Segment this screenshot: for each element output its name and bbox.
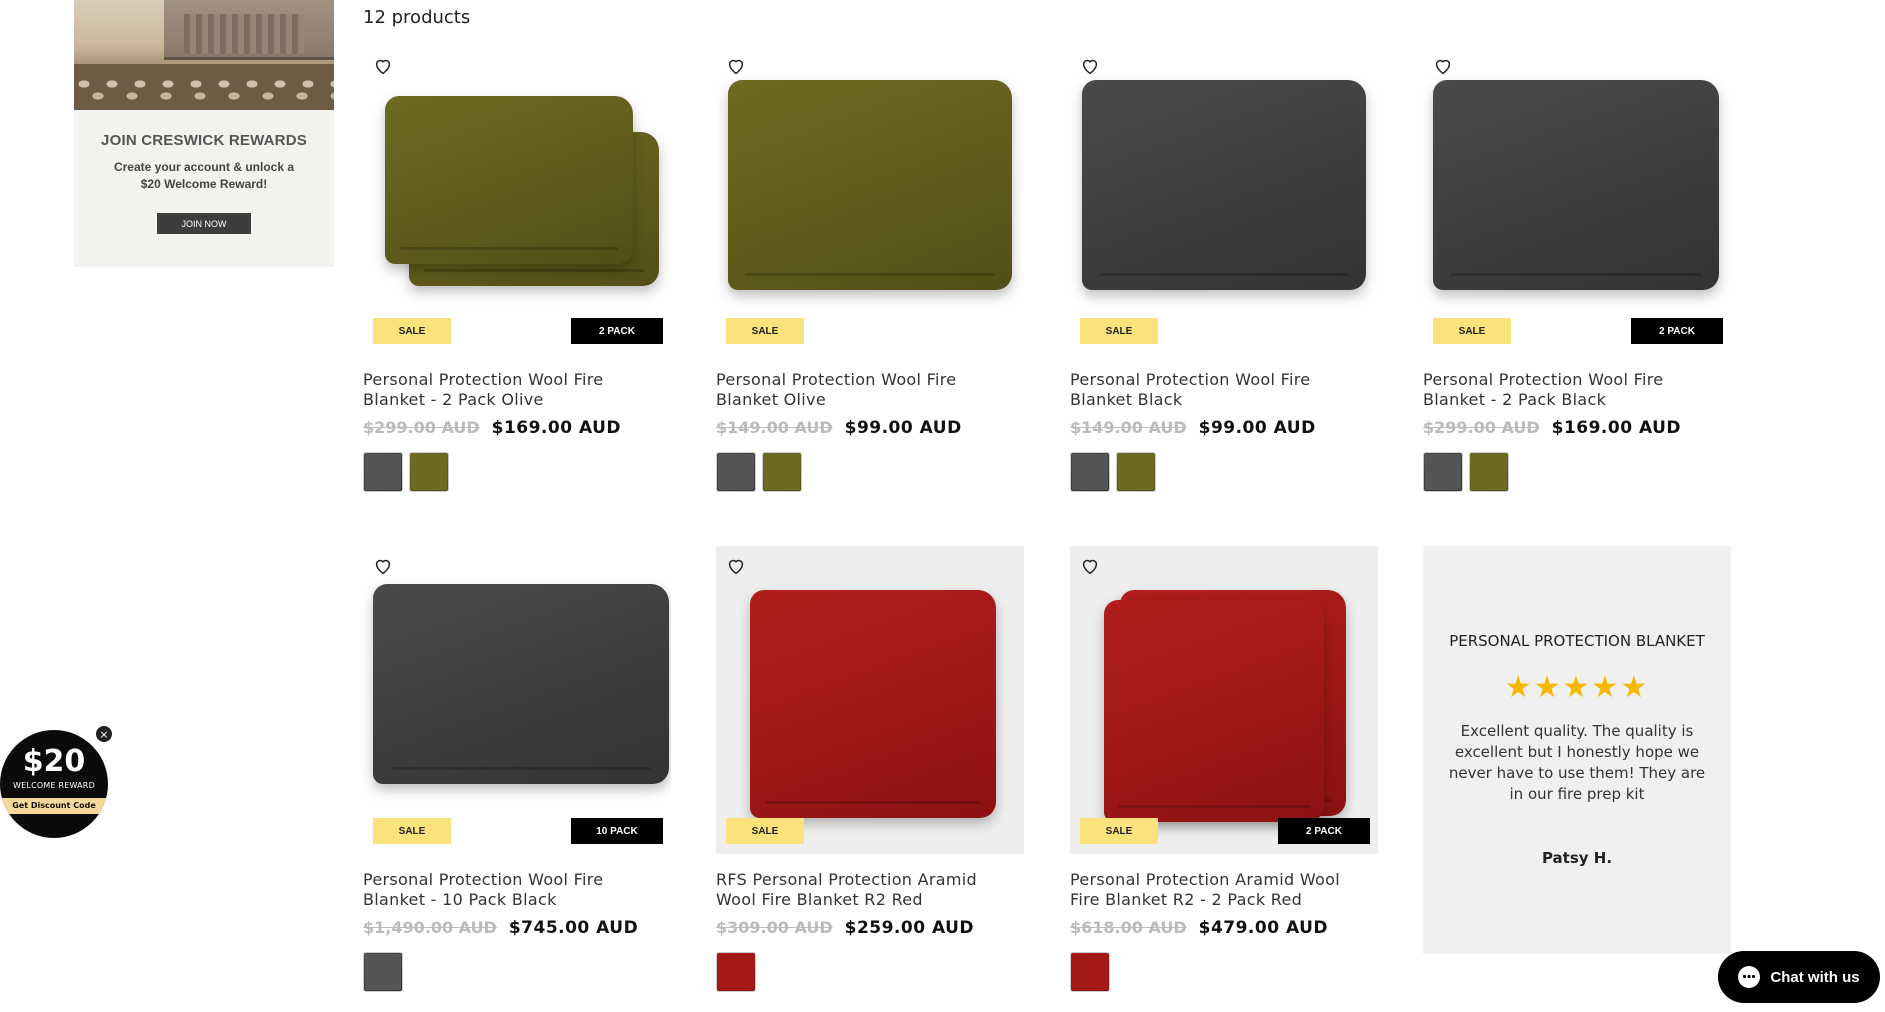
promo-text: Create your account & unlock a $20 Welco… <box>113 160 295 191</box>
review-card: PERSONAL PROTECTION BLANKET ★★★★★ Excell… <box>1423 546 1731 954</box>
chat-label: Chat with us <box>1770 968 1860 986</box>
product-title[interactable]: Personal Protection Wool Fire Blanket Bl… <box>1070 370 1370 410</box>
swatch-black[interactable] <box>363 952 403 992</box>
product-image[interactable]: SALE 2 PACK <box>363 46 671 354</box>
wishlist-heart-icon[interactable] <box>1078 554 1102 578</box>
review-author: Patsy H. <box>1541 849 1613 867</box>
product-title[interactable]: Personal Protection Aramid Wool Fire Bla… <box>1070 870 1370 910</box>
swatch-red[interactable] <box>716 952 756 992</box>
reward-amount: $20 <box>22 744 86 779</box>
product-card[interactable]: SALE Personal Protection Wool Fire Blank… <box>716 46 1024 492</box>
chat-bubble-icon <box>1738 966 1761 988</box>
compare-price: $618.00 AUD <box>1070 918 1187 937</box>
product-image[interactable]: SALE 2 PACK <box>1423 46 1731 354</box>
compare-price: $149.00 AUD <box>716 418 833 437</box>
close-icon[interactable]: × <box>95 725 113 743</box>
sale-badge: SALE <box>1433 318 1511 344</box>
product-image[interactable]: SALE <box>1070 46 1378 354</box>
product-title[interactable]: Personal Protection Wool Fire Blanket Ol… <box>716 370 1016 410</box>
pack-badge: 2 PACK <box>571 318 663 344</box>
promo-title: JOIN CRESWICK REWARDS <box>101 132 307 149</box>
swatch-olive[interactable] <box>409 452 449 492</box>
pack-badge: 2 PACK <box>1278 818 1370 844</box>
swatch-olive[interactable] <box>1469 452 1509 492</box>
get-discount-code-button[interactable]: Get Discount Code <box>0 798 108 814</box>
rewards-promo: JOIN CRESWICK REWARDS Create your accoun… <box>74 0 334 267</box>
product-title[interactable]: Personal Protection Wool Fire Blanket - … <box>363 870 663 910</box>
welcome-reward-popup[interactable]: $20 WELCOME REWARD Get Discount Code <box>0 730 108 838</box>
sale-badge: SALE <box>726 318 804 344</box>
swatch-olive[interactable] <box>762 452 802 492</box>
compare-price: $149.00 AUD <box>1070 418 1187 437</box>
swatch-red[interactable] <box>1070 952 1110 992</box>
sale-badge: SALE <box>1080 818 1158 844</box>
product-image[interactable]: SALE 10 PACK <box>363 546 671 854</box>
join-now-button[interactable]: JOIN NOW <box>157 213 251 234</box>
sale-price: $99.00 AUD <box>844 418 962 438</box>
wishlist-heart-icon[interactable] <box>371 54 395 78</box>
compare-price: $309.00 AUD <box>716 918 833 937</box>
wishlist-heart-icon[interactable] <box>371 554 395 578</box>
swatch-black[interactable] <box>1423 452 1463 492</box>
product-image[interactable]: SALE 2 PACK <box>1070 546 1378 854</box>
product-card[interactable]: SALE 2 PACK Personal Protection Aramid W… <box>1070 546 1378 992</box>
review-text: Excellent quality. The quality is excell… <box>1448 722 1706 803</box>
pack-badge: 10 PACK <box>571 818 663 844</box>
compare-price: $299.00 AUD <box>1423 418 1540 437</box>
chat-button[interactable]: Chat with us <box>1718 951 1880 1003</box>
sale-badge: SALE <box>1080 318 1158 344</box>
product-count: 12 products <box>363 7 471 28</box>
sale-price: $169.00 AUD <box>491 418 622 438</box>
reward-label: WELCOME REWARD <box>13 781 95 790</box>
product-image[interactable]: SALE <box>716 546 1024 854</box>
product-card[interactable]: SALE 10 PACK Personal Protection Wool Fi… <box>363 546 671 992</box>
product-card[interactable]: SALE 2 PACK Personal Protection Wool Fir… <box>1423 46 1731 492</box>
compare-price: $1,490.00 AUD <box>363 918 497 937</box>
compare-price: $299.00 AUD <box>363 418 480 437</box>
product-card[interactable]: SALE Personal Protection Wool Fire Blank… <box>1070 46 1378 492</box>
product-title[interactable]: Personal Protection Wool Fire Blanket - … <box>1423 370 1723 410</box>
wishlist-heart-icon[interactable] <box>724 554 748 578</box>
sale-price: $745.00 AUD <box>508 918 639 938</box>
star-rating-icon: ★★★★★ <box>1504 670 1650 705</box>
collection-page: JOIN CRESWICK REWARDS Create your accoun… <box>0 0 1885 1012</box>
product-title[interactable]: RFS Personal Protection Aramid Wool Fire… <box>716 870 1016 910</box>
wishlist-heart-icon[interactable] <box>1078 54 1102 78</box>
sale-price: $479.00 AUD <box>1198 918 1329 938</box>
swatch-black[interactable] <box>716 452 756 492</box>
sale-price: $259.00 AUD <box>844 918 975 938</box>
swatch-black[interactable] <box>363 452 403 492</box>
sale-badge: SALE <box>726 818 804 844</box>
sale-price: $169.00 AUD <box>1551 418 1682 438</box>
product-card[interactable]: SALE 2 PACK Personal Protection Wool Fir… <box>363 46 671 492</box>
pack-badge: 2 PACK <box>1631 318 1723 344</box>
sale-price: $99.00 AUD <box>1198 418 1316 438</box>
sale-badge: SALE <box>373 318 451 344</box>
wishlist-heart-icon[interactable] <box>1431 54 1455 78</box>
swatch-olive[interactable] <box>1116 452 1156 492</box>
promo-sheep-image <box>74 0 334 110</box>
product-title[interactable]: Personal Protection Wool Fire Blanket - … <box>363 370 663 410</box>
product-card[interactable]: SALE RFS Personal Protection Aramid Wool… <box>716 546 1024 992</box>
review-title: PERSONAL PROTECTION BLANKET <box>1449 632 1705 650</box>
wishlist-heart-icon[interactable] <box>724 54 748 78</box>
sale-badge: SALE <box>373 818 451 844</box>
product-image[interactable]: SALE <box>716 46 1024 354</box>
swatch-black[interactable] <box>1070 452 1110 492</box>
